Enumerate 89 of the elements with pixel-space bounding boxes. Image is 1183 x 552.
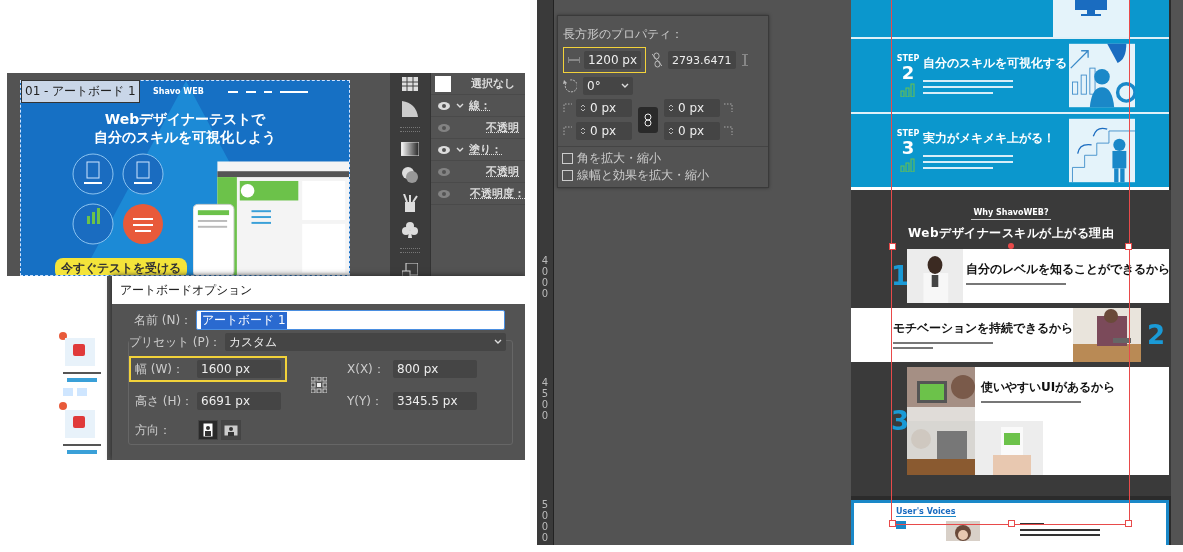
corner-radius-field[interactable]: 0 px — [664, 99, 720, 117]
section-tag: Why ShavoWEB? — [971, 208, 1051, 220]
corner-radius-field[interactable]: 0 px — [664, 122, 720, 140]
grid-icon[interactable] — [402, 77, 418, 91]
field-label: プリセット (P)： — [129, 333, 222, 351]
reference-point-icon[interactable] — [311, 377, 327, 393]
selection-frame[interactable] — [891, 0, 1130, 525]
caret-icon — [621, 83, 629, 89]
chevron-icon[interactable] — [456, 102, 464, 109]
gradient-icon[interactable] — [401, 142, 419, 156]
corner-icon — [723, 103, 733, 113]
caret-icon — [494, 339, 502, 345]
bar-chart-icon — [900, 158, 916, 172]
reason-title: 使いやすいUIがあるから — [981, 379, 1117, 396]
reason-number: 2 — [1147, 320, 1166, 350]
color-swatch[interactable] — [435, 75, 451, 92]
width-field[interactable]: 1200 px — [584, 51, 642, 69]
hero-heading: 自分のスキルを可視化しよう — [93, 128, 277, 146]
step-title: 自分のスキルを可視化する — [923, 55, 1068, 72]
stepper-icon — [668, 126, 674, 136]
landscape-button[interactable] — [221, 420, 241, 440]
width-icon — [568, 57, 580, 63]
checkbox-label: 線幅と効果を拡大・縮小 — [577, 167, 709, 184]
site-logo: Shavo WEB — [153, 87, 204, 96]
position-field[interactable]: 3345.5 px — [393, 392, 477, 410]
stepper-icon — [668, 103, 674, 113]
panel-title: 長方形のプロパティ： — [563, 26, 684, 43]
appearance-label: 不透明 — [486, 120, 519, 135]
field-label: 幅 (W)： — [135, 360, 186, 378]
height-icon — [741, 54, 748, 66]
brushes-icon[interactable] — [402, 194, 418, 212]
ruler-number: 4500 — [540, 377, 550, 421]
size-field[interactable]: 6691 px — [197, 392, 281, 410]
appearance-label: 選択なし — [471, 76, 515, 91]
height-field[interactable]: 2793.6471 — [668, 51, 736, 69]
overlapping-circles-icon[interactable] — [401, 166, 419, 184]
link-corners-button[interactable] — [638, 106, 658, 133]
corner-icon — [563, 126, 573, 136]
ruler-number: 5000 — [540, 499, 550, 543]
checkbox[interactable] — [562, 170, 573, 181]
chevron-icon[interactable] — [456, 146, 464, 153]
artboard-label: 01 - アートボード 1 — [21, 80, 140, 103]
corner-radius-field[interactable]: 0 px — [576, 99, 632, 117]
field-label: X(X)： — [347, 360, 386, 378]
ramp-icon[interactable] — [402, 101, 418, 117]
position-field[interactable]: 800 px — [393, 360, 477, 378]
section-title: Webデザイナースキルが上がる理由 — [907, 225, 1114, 242]
field-label: Y(Y)： — [347, 392, 385, 410]
size-field[interactable]: 1600 px — [197, 360, 281, 378]
portrait-button[interactable] — [198, 420, 218, 440]
step-number: 3 — [901, 138, 915, 158]
portrait-icon — [203, 423, 213, 437]
appearance-label: 不透明 — [486, 164, 519, 179]
reason-number: 3 — [890, 406, 907, 436]
appearance-label: 不透明度： — [470, 186, 525, 201]
unlinked-chain-icon[interactable] — [652, 52, 663, 68]
field-label: 高さ (H)： — [135, 392, 195, 410]
appearance-label: 塗り： — [469, 142, 502, 157]
section-heading: User's Voices — [896, 507, 956, 517]
club-icon[interactable] — [402, 222, 418, 238]
eye-icon[interactable] — [437, 144, 451, 155]
appearance-label: 線： — [469, 98, 491, 113]
square-marker — [896, 521, 906, 529]
step-label: STEP — [896, 54, 920, 63]
corner-radius-field[interactable]: 0 px — [576, 122, 632, 140]
preset-dropdown[interactable]: カスタム — [225, 333, 506, 351]
corner-icon — [563, 103, 573, 113]
rotation-dropdown[interactable]: 0° — [583, 77, 633, 95]
checkbox[interactable] — [562, 153, 573, 164]
landscape-icon — [224, 424, 238, 436]
reason-number: 1 — [890, 261, 907, 291]
step-label: STEP — [896, 129, 920, 138]
field-label: 名前 (N)： — [134, 311, 193, 329]
take-test-button[interactable]: 今すぐテストを受ける — [55, 258, 187, 275]
eye-icon[interactable] — [437, 100, 451, 111]
rotate-icon — [563, 79, 577, 93]
chain-icon — [644, 112, 652, 127]
corner-icon — [723, 126, 733, 136]
reason-title: モチベーションを持続できるから — [893, 320, 1073, 337]
name-field[interactable]: アートボード 1 — [196, 310, 505, 330]
hero-heading: Webデザイナーテストで — [103, 110, 267, 128]
checkbox-label: 角を拡大・縮小 — [577, 150, 661, 167]
stepper-icon — [580, 126, 586, 136]
step-title: 実力がメキメキ上がる！ — [923, 130, 1056, 147]
ruler-number: 4000 — [540, 255, 550, 299]
stepper-icon — [580, 103, 586, 113]
bar-chart-icon — [900, 83, 916, 97]
step-number: 2 — [901, 63, 915, 83]
field-label: 方向： — [135, 421, 172, 439]
